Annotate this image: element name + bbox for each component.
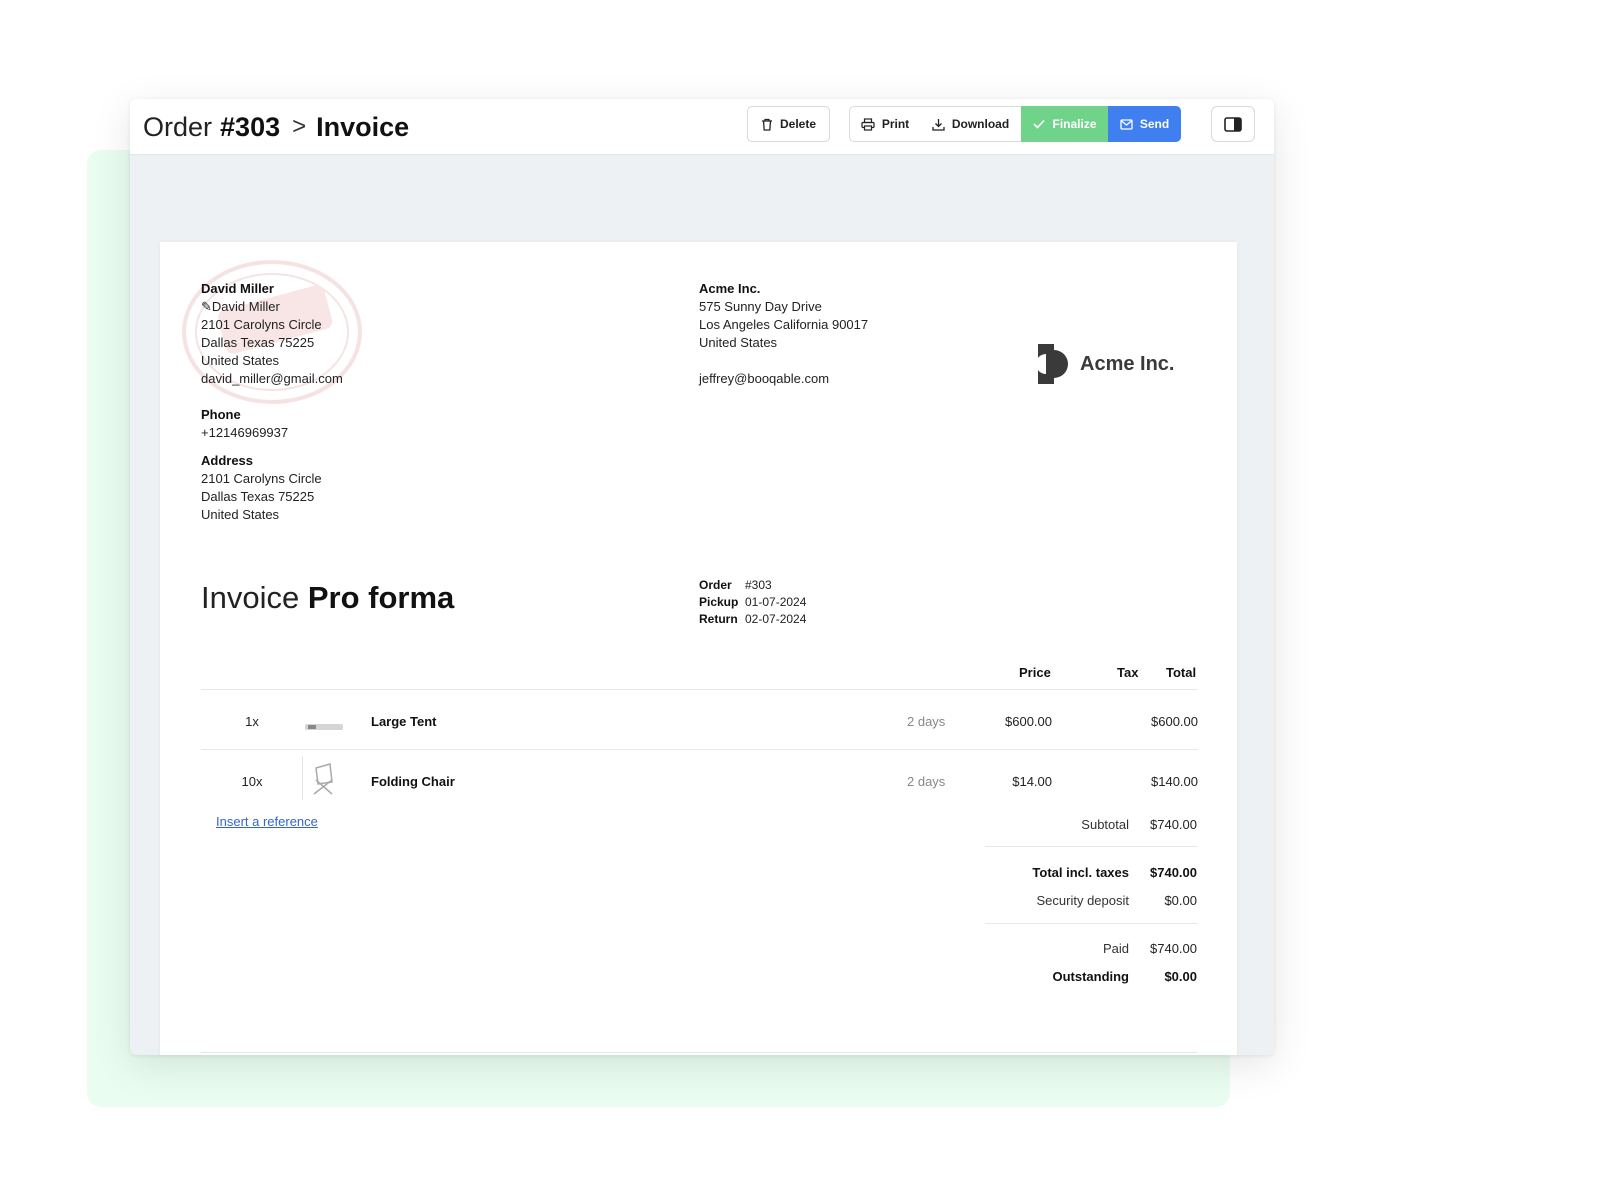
send-label: Send: [1139, 117, 1170, 131]
acme-logo-icon: [1038, 344, 1068, 384]
company-city: Los Angeles California 90017: [699, 317, 869, 332]
invoice-window: Order #303 > Invoice Delete Print Downlo…: [130, 99, 1274, 1055]
paid-label: Paid: [1102, 941, 1129, 956]
deposit-value: $0.00: [1164, 893, 1197, 908]
meta-row-pickup: Pickup 01-07-2024: [699, 594, 806, 611]
printer-icon: [861, 117, 875, 131]
breadcrumb: Order #303 > Invoice: [143, 107, 409, 147]
meta-value: 02-07-2024: [745, 612, 807, 626]
company-email: jeffrey@booqable.com: [699, 371, 830, 386]
address-street: 2101 Carolyns Circle: [201, 471, 322, 486]
total-value: $740.00: [1150, 865, 1197, 880]
company-block: Acme Inc. 575 Sunny Day Drive Los Angele…: [699, 280, 868, 388]
deposit-label: Security deposit: [1036, 893, 1130, 908]
invoice-document: David Miller ✎David Miller 2101 Carolyns…: [160, 242, 1237, 1055]
chair-icon: [302, 756, 333, 800]
insert-reference-link[interactable]: Insert a reference: [216, 814, 318, 829]
row-duration: 2 days: [907, 774, 946, 789]
meta-value: 01-07-2024: [745, 595, 807, 609]
invoice-title: Invoice Pro forma: [201, 580, 454, 616]
print-button[interactable]: Print: [849, 106, 921, 142]
outstanding-value: $0.00: [1164, 969, 1197, 984]
column-header-total: Total: [1166, 665, 1197, 680]
row-duration: 2 days: [907, 714, 946, 729]
finalize-button[interactable]: Finalize: [1021, 106, 1109, 142]
download-label: Download: [951, 117, 1010, 131]
total-label: Total incl. taxes: [1032, 865, 1129, 880]
address-label: Address: [201, 453, 254, 468]
mail-icon: [1120, 118, 1133, 130]
row-item-name[interactable]: Folding Chair: [371, 774, 455, 789]
company-country: United States: [699, 335, 778, 350]
customer-city: Dallas Texas 75225: [201, 335, 315, 350]
download-icon: [932, 118, 945, 131]
customer-contact: ✎David Miller: [201, 298, 343, 316]
row-price: $600.00: [1005, 714, 1052, 729]
invoice-meta: Order #303 Pickup 01-07-2024 Return 02-07-2…: [699, 577, 806, 628]
row-total: $140.00: [1151, 774, 1198, 789]
column-header-price: Price: [1019, 665, 1051, 680]
meta-row-order: Order #303: [699, 577, 806, 594]
column-header-tax: Tax: [1117, 665, 1139, 680]
pencil-icon: ✎: [201, 299, 212, 314]
customer-block: David Miller ✎David Miller 2101 Carolyns…: [201, 280, 343, 388]
outstanding-label: Outstanding: [1052, 969, 1129, 984]
invoice-title-light: Invoice: [201, 580, 300, 615]
tent-icon: [305, 724, 343, 730]
print-label: Print: [881, 117, 910, 131]
breadcrumb-prefix: Order: [143, 111, 213, 142]
customer-street: 2101 Carolyns Circle: [201, 317, 322, 332]
row-price: $14.00: [1012, 774, 1052, 789]
meta-key: Pickup: [699, 595, 739, 609]
phone-block: Phone +12146969937: [201, 406, 288, 442]
subtotal-value: $740.00: [1150, 817, 1197, 832]
finalize-label: Finalize: [1052, 117, 1097, 131]
check-icon: [1033, 119, 1046, 129]
row-qty: 1x: [245, 714, 259, 729]
toggle-sidebar-button[interactable]: [1211, 106, 1255, 142]
send-button[interactable]: Send: [1108, 106, 1181, 142]
subtotal-label: Subtotal: [1081, 817, 1129, 832]
meta-row-return: Return 02-07-2024: [699, 611, 806, 628]
delete-label: Delete: [779, 117, 817, 131]
footer-divider: [201, 1052, 1198, 1053]
company-logo: Acme Inc.: [1038, 344, 1174, 384]
phone-value: +12146969937: [201, 425, 289, 440]
meta-key: Order: [699, 578, 732, 592]
logo-text: Acme Inc.: [1080, 352, 1175, 375]
customer-country: United States: [201, 353, 280, 368]
row-item-name[interactable]: Large Tent: [371, 714, 437, 729]
totals-divider: [985, 923, 1198, 924]
top-bar: Order #303 > Invoice Delete Print Downlo…: [130, 99, 1274, 155]
customer-email: david_miller@gmail.com: [201, 371, 343, 386]
company-street: 575 Sunny Day Drive: [699, 299, 822, 314]
breadcrumb-separator: >: [292, 113, 307, 140]
row-qty: 10x: [241, 774, 263, 789]
trash-icon: [761, 118, 772, 131]
table-divider: [201, 689, 1198, 690]
row-total: $600.00: [1151, 714, 1198, 729]
meta-value: #303: [745, 578, 772, 592]
address-country: United States: [201, 507, 280, 522]
customer-name: David Miller: [201, 281, 274, 296]
address-city: Dallas Texas 75225: [201, 489, 315, 504]
company-name: Acme Inc.: [699, 281, 761, 296]
address-block: Address 2101 Carolyns Circle Dallas Texa…: [201, 452, 322, 524]
totals-divider: [985, 846, 1198, 847]
page-title: Invoice: [316, 111, 410, 142]
delete-button[interactable]: Delete: [747, 106, 830, 142]
row-divider: [201, 749, 1198, 750]
breadcrumb-order-number[interactable]: #303: [220, 112, 280, 143]
phone-label: Phone: [201, 407, 241, 422]
paid-value: $740.00: [1150, 941, 1197, 956]
sidebar-panel-icon: [1224, 116, 1242, 132]
download-button[interactable]: Download: [920, 106, 1022, 142]
customer-contact-name: David Miller: [211, 299, 280, 314]
invoice-title-bold: Pro forma: [307, 580, 455, 615]
meta-key: Return: [699, 612, 738, 626]
